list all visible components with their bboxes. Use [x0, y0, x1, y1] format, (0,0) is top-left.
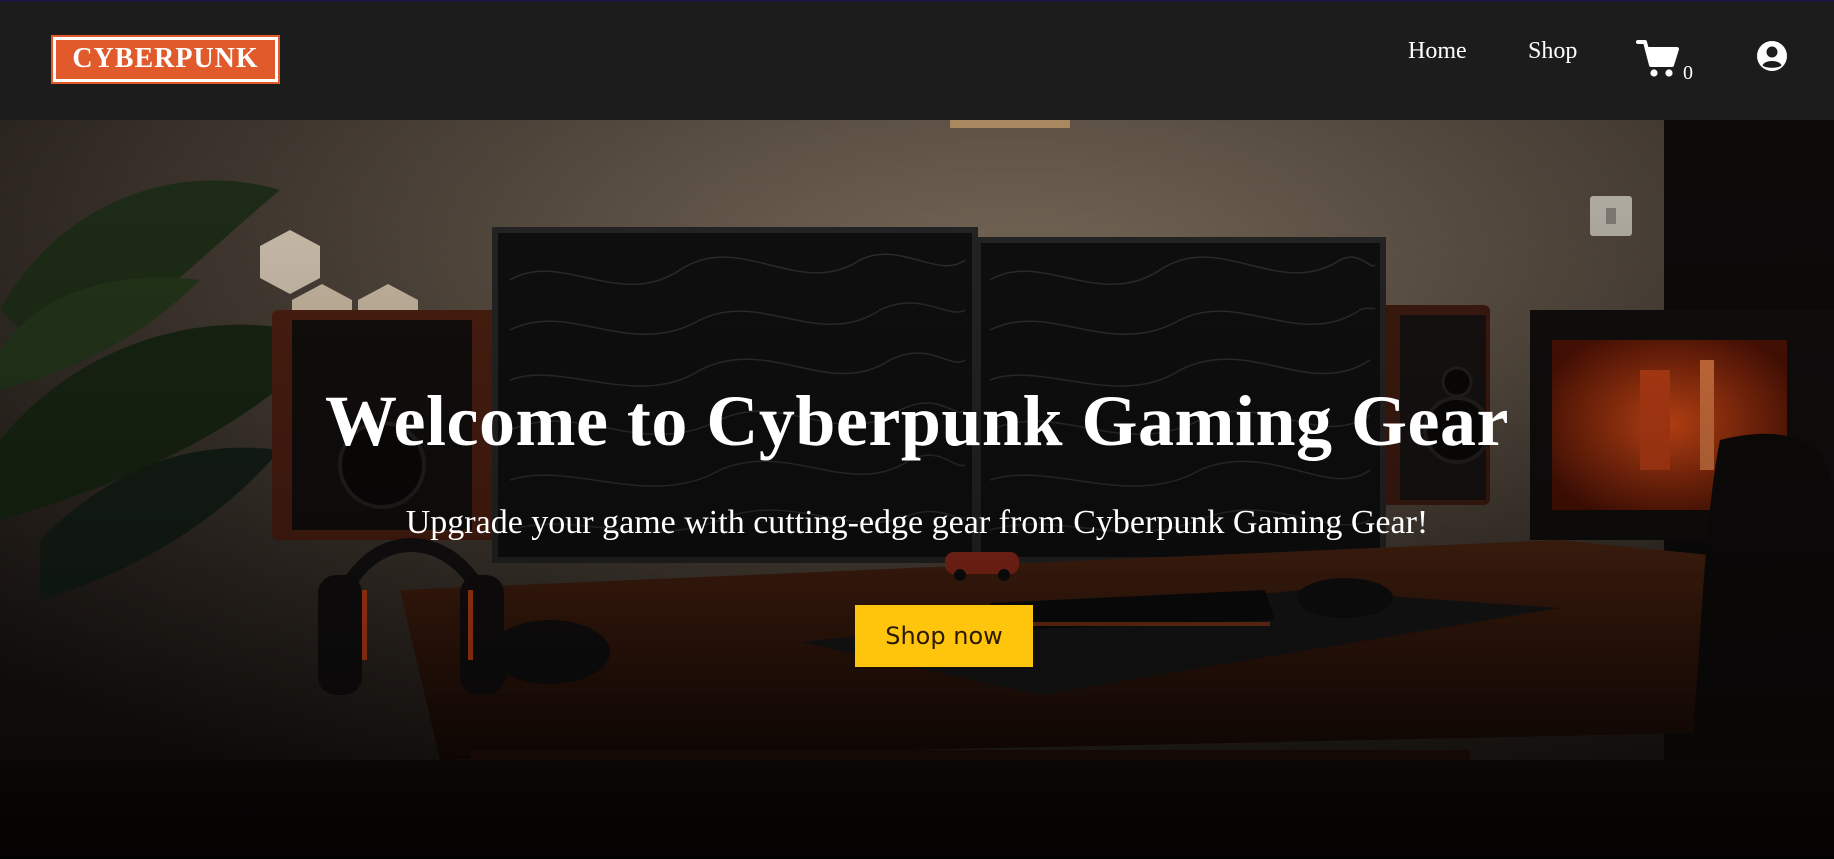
user-account-button[interactable]: [1756, 40, 1788, 77]
shop-now-button[interactable]: Shop now: [855, 605, 1033, 667]
hero-background-image: [0, 120, 1834, 859]
hero-title: Welcome to Cyberpunk Gaming Gear: [325, 381, 1509, 461]
cart-button[interactable]: 0: [1636, 38, 1696, 86]
nav-link-home[interactable]: Home: [1408, 38, 1467, 65]
navbar: CYBERPUNK Home Shop 0: [0, 0, 1834, 120]
user-account-icon: [1757, 41, 1787, 71]
shopping-cart-icon: [1636, 40, 1679, 77]
hero-subtitle: Upgrade your game with cutting-edge gear…: [405, 504, 1429, 541]
cart-count-badge: 0: [1683, 62, 1693, 84]
site-logo[interactable]: CYBERPUNK: [51, 35, 280, 84]
nav-link-shop[interactable]: Shop: [1528, 38, 1577, 65]
hero-section: Welcome to Cyberpunk Gaming Gear Upgrade…: [0, 120, 1834, 859]
